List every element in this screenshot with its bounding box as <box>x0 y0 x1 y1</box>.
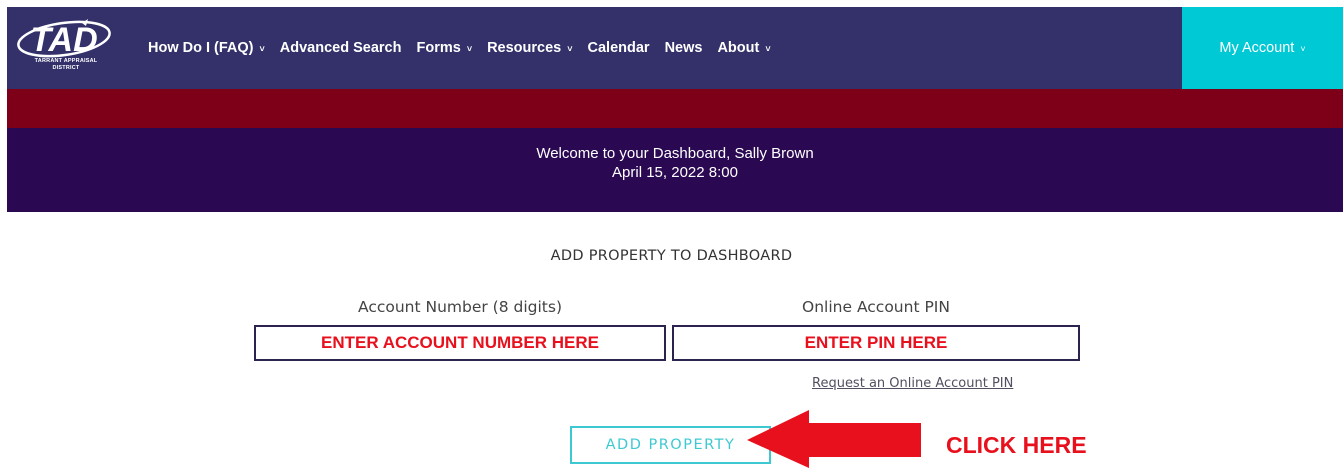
main-nav: How Do I (FAQ) ˅ Advanced Search Forms ˅… <box>148 7 786 89</box>
chevron-down-icon: ˅ <box>466 44 473 54</box>
account-number-input[interactable]: ENTER ACCOUNT NUMBER HERE <box>254 325 666 361</box>
nav-label: Forms <box>416 40 461 56</box>
nav-label: News <box>664 40 703 56</box>
pin-label: Online Account PIN <box>802 298 950 316</box>
pin-input[interactable]: ENTER PIN HERE <box>672 325 1080 361</box>
nav-calendar[interactable]: Calendar <box>588 40 650 56</box>
click-here-annotation: CLICK HERE <box>946 432 1087 458</box>
nav-forms[interactable]: Forms ˅ <box>416 40 472 56</box>
chevron-down-icon: ˅ <box>259 44 265 54</box>
nav-advanced-search[interactable]: Advanced Search <box>280 40 402 56</box>
nav-resources[interactable]: Resources ˅ <box>487 40 572 56</box>
nav-about[interactable]: About ˅ <box>717 40 770 56</box>
nav-how-do-i[interactable]: How Do I (FAQ) ˅ <box>148 40 265 56</box>
form-title: ADD PROPERTY TO DASHBOARD <box>550 248 793 264</box>
logo-subtitle: TARRANT APPRAISAL DISTRICT <box>34 58 98 71</box>
tad-logo[interactable]: TAD TARRANT APPRAISAL DISTRICT <box>14 19 118 79</box>
chevron-down-icon: ˅ <box>567 44 573 54</box>
chevron-down-icon: ˅ <box>765 44 771 54</box>
top-nav-bar: TAD TARRANT APPRAISAL DISTRICT How Do I … <box>7 7 1343 89</box>
request-pin-link[interactable]: Request an Online Account PIN <box>812 376 1013 391</box>
nav-label: How Do I (FAQ) <box>148 40 254 56</box>
account-number-label: Account Number (8 digits) <box>357 298 563 316</box>
left-arrow-icon <box>747 410 921 468</box>
my-account-label: My Account <box>1219 40 1295 56</box>
add-property-button[interactable]: ADD PROPERTY <box>570 426 771 464</box>
tad-logo-mark: TAD <box>17 19 111 59</box>
nav-label: Advanced Search <box>279 40 402 56</box>
my-account-menu[interactable]: My Account ˅ <box>1182 7 1343 89</box>
chevron-down-icon: ˅ <box>1300 44 1306 54</box>
nav-label: About <box>717 40 760 56</box>
welcome-banner: Welcome to your Dashboard, Sally Brown A… <box>7 128 1343 212</box>
nav-label: Calendar <box>587 40 650 56</box>
accent-bar <box>7 89 1343 128</box>
welcome-message: Welcome to your Dashboard, Sally Brown <box>536 145 814 162</box>
nav-label: Resources <box>487 40 562 56</box>
logo-wordmark: TAD <box>30 21 97 59</box>
nav-news[interactable]: News <box>665 40 703 56</box>
welcome-datetime: April 15, 2022 8:00 <box>612 164 738 181</box>
